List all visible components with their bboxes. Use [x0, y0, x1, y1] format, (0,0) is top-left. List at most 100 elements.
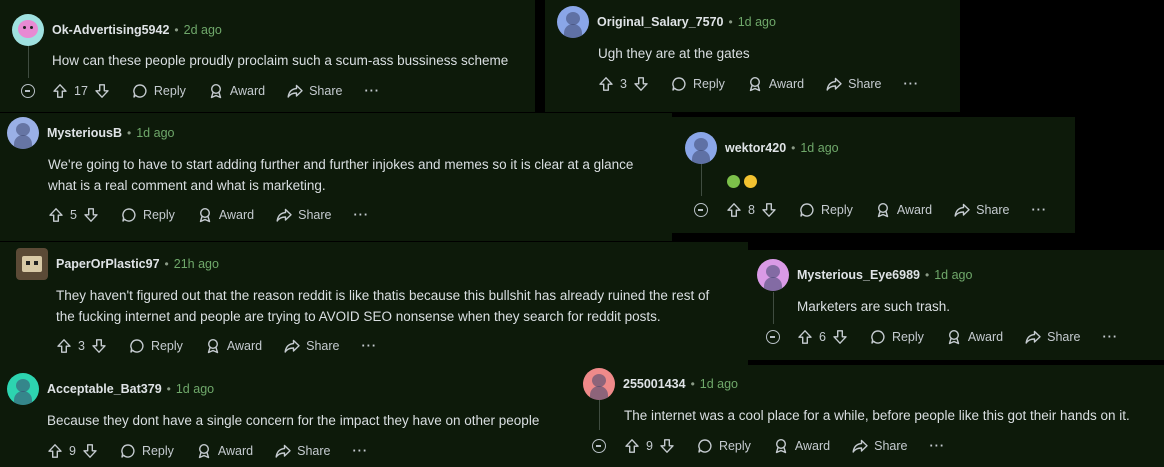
user-avatar[interactable] [7, 117, 39, 149]
award-button[interactable]: Award [773, 438, 830, 454]
share-button[interactable]: Share [826, 76, 882, 92]
upvote-icon[interactable] [624, 438, 640, 454]
reply-button[interactable]: Reply [870, 329, 924, 345]
username[interactable]: wektor420 [725, 141, 786, 155]
downvote-icon[interactable] [761, 202, 777, 218]
reply-button[interactable]: Reply [671, 76, 725, 92]
upvote-icon[interactable] [56, 338, 72, 354]
comment-actions: 8 Reply Award Share ··· [726, 200, 1069, 220]
more-options-button[interactable]: ··· [1103, 330, 1119, 344]
reply-button[interactable]: Reply [120, 443, 174, 459]
username[interactable]: Mysterious_Eye6989 [797, 268, 920, 282]
downvote-icon[interactable] [91, 338, 107, 354]
comment-age[interactable]: 1d ago [700, 377, 738, 391]
award-button[interactable]: Award [196, 443, 253, 459]
share-label: Share [976, 203, 1010, 217]
collapse-icon[interactable] [694, 203, 708, 217]
reply-button[interactable]: Reply [121, 207, 175, 223]
comment-age[interactable]: 1d ago [934, 268, 972, 282]
comment-age[interactable]: 1d ago [176, 382, 214, 396]
username[interactable]: Ok-Advertising5942 [52, 23, 169, 37]
award-button[interactable]: Award [197, 207, 254, 223]
downvote-icon[interactable] [94, 83, 110, 99]
sick-face-emoji [727, 174, 740, 188]
award-label: Award [217, 444, 254, 458]
vote-score: 17 [74, 84, 88, 98]
collapse-icon[interactable] [592, 439, 606, 453]
comment-age[interactable]: 2d ago [184, 23, 222, 37]
share-button[interactable]: Share [954, 202, 1010, 218]
vote-score: 6 [819, 330, 826, 344]
collapse-icon[interactable] [21, 84, 35, 98]
vote-controls: 3 [598, 76, 649, 92]
comment-actions: 17 Reply Award Share ··· [52, 81, 402, 101]
comment-text: How can these people proudly proclaim su… [52, 53, 509, 68]
user-avatar[interactable] [7, 373, 39, 405]
comment-text-line-2: the fucking internet and people are tryi… [56, 309, 661, 324]
more-options-button[interactable]: ··· [1032, 203, 1048, 217]
reply-button[interactable]: Reply [799, 202, 853, 218]
reply-button[interactable]: Reply [132, 83, 186, 99]
separator-dot: • [164, 257, 169, 271]
upvote-icon[interactable] [598, 76, 614, 92]
username[interactable]: MysteriousB [47, 126, 122, 140]
more-options-button[interactable]: ··· [353, 444, 369, 458]
award-icon [197, 207, 213, 223]
vote-controls: 6 [797, 329, 848, 345]
more-options-button[interactable]: ··· [904, 77, 920, 91]
share-button[interactable]: Share [284, 338, 340, 354]
username[interactable]: 255001434 [623, 377, 686, 391]
collapse-icon[interactable] [766, 330, 780, 344]
username[interactable]: Original_Salary_7570 [597, 15, 723, 29]
award-button[interactable]: Award [875, 202, 932, 218]
award-button[interactable]: Award [205, 338, 262, 354]
downvote-icon[interactable] [83, 207, 99, 223]
downvote-icon[interactable] [659, 438, 675, 454]
share-button[interactable]: Share [287, 83, 342, 99]
downvote-icon[interactable] [633, 76, 649, 92]
comment-age[interactable]: 1d ago [136, 126, 174, 140]
reply-button[interactable]: Reply [129, 338, 183, 354]
upvote-icon[interactable] [52, 83, 68, 99]
separator-dot: • [791, 141, 796, 155]
award-icon [208, 83, 224, 99]
reply-label: Reply [141, 444, 174, 458]
user-avatar[interactable] [557, 6, 589, 38]
vote-controls: 5 [48, 207, 99, 223]
comment-age[interactable]: 1d ago [738, 15, 776, 29]
comment-age[interactable]: 21h ago [174, 257, 219, 271]
user-avatar[interactable] [12, 14, 44, 46]
award-button[interactable]: Award [208, 83, 265, 99]
user-avatar[interactable] [583, 368, 615, 400]
downvote-icon[interactable] [832, 329, 848, 345]
share-label: Share [1047, 330, 1081, 344]
more-options-button[interactable]: ··· [362, 339, 378, 353]
upvote-icon[interactable] [48, 207, 64, 223]
separator-dot: • [174, 23, 179, 37]
more-options-button[interactable]: ··· [930, 439, 946, 453]
share-button[interactable]: Share [852, 438, 908, 454]
share-button[interactable]: Share [275, 443, 331, 459]
upvote-icon[interactable] [47, 443, 63, 459]
username[interactable]: PaperOrPlastic97 [56, 257, 160, 271]
share-button[interactable]: Share [1025, 329, 1081, 345]
award-icon [205, 338, 221, 354]
reply-button[interactable]: Reply [697, 438, 751, 454]
downvote-icon[interactable] [82, 443, 98, 459]
upvote-icon[interactable] [797, 329, 813, 345]
username[interactable]: Acceptable_Bat379 [47, 382, 162, 396]
thread-line [599, 400, 600, 430]
award-button[interactable]: Award [747, 76, 804, 92]
more-options-button[interactable]: ··· [364, 84, 380, 98]
comment-age[interactable]: 1d ago [800, 141, 838, 155]
thread-line [701, 162, 702, 196]
award-icon [875, 202, 891, 218]
user-avatar[interactable] [685, 132, 717, 164]
user-avatar[interactable] [757, 259, 789, 291]
user-avatar[interactable] [16, 248, 48, 280]
upvote-icon[interactable] [726, 202, 742, 218]
share-arrow-icon [284, 338, 300, 354]
share-button[interactable]: Share [276, 207, 332, 223]
more-options-button[interactable]: ··· [354, 208, 370, 222]
award-button[interactable]: Award [946, 329, 1003, 345]
